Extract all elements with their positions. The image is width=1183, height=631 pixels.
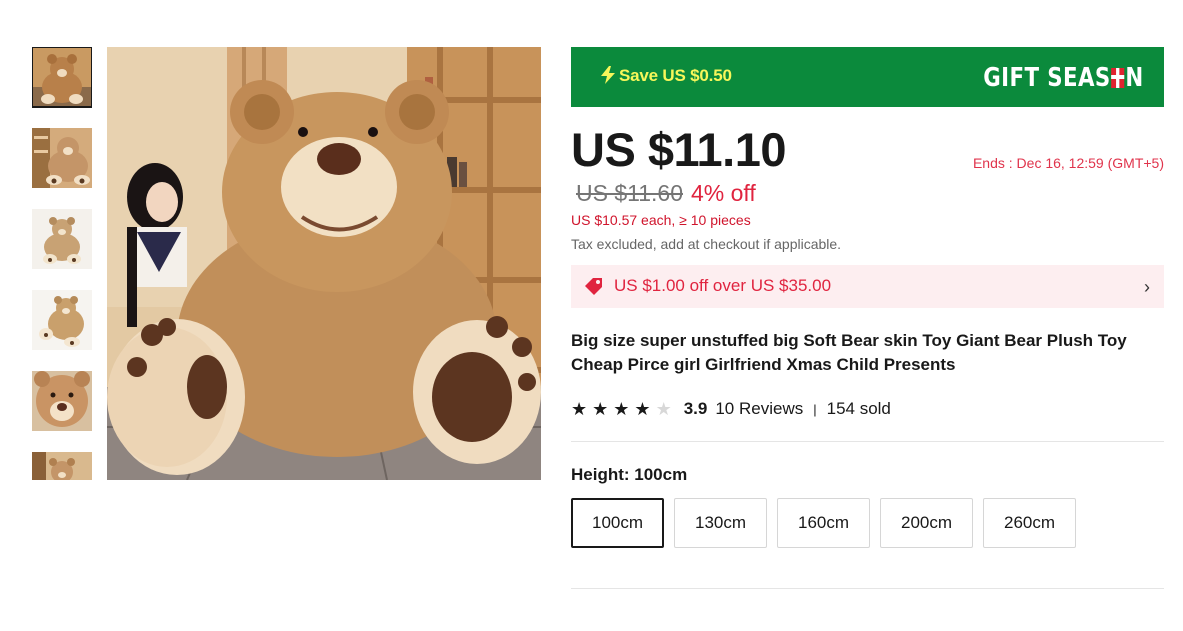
variant-label: Height: 100cm: [571, 465, 688, 484]
price-tag-icon: [583, 277, 603, 302]
height-option-200cm[interactable]: 200cm: [880, 498, 973, 548]
height-option-100cm[interactable]: 100cm: [571, 498, 664, 548]
gift-box-icon: [1111, 68, 1125, 88]
height-options: 100cm 130cm 160cm 200cm 260cm: [571, 498, 1076, 548]
thumbnail-1[interactable]: [32, 47, 92, 108]
teddy-bear-thumbnail-icon: [32, 209, 92, 269]
reviews-link[interactable]: 10 Reviews: [715, 399, 803, 419]
rating-score: 3.9: [683, 399, 708, 418]
product-title: Big size super unstuffed big Soft Bear s…: [571, 331, 1127, 374]
bulk-price: US $10.57 each, ≥ 10 pieces: [571, 212, 751, 228]
star-filled-icon: ★: [571, 399, 588, 419]
star-rating: ★ ★ ★ ★ ★: [571, 400, 672, 418]
gift-season-logo: GIFT SEAS N: [983, 63, 1144, 93]
old-price-row: US $11.60 4% off: [576, 180, 756, 207]
rating-row: ★ ★ ★ ★ ★ 3.9 10 Reviews | 154 sold: [571, 398, 891, 420]
thumbnail-6[interactable]: [32, 452, 92, 480]
star-filled-icon: ★: [634, 399, 651, 419]
height-option-130cm[interactable]: 130cm: [674, 498, 767, 548]
star-empty-icon: ★: [655, 399, 672, 419]
teddy-bear-thumbnail-icon: [32, 47, 92, 107]
lightning-icon: [601, 66, 615, 89]
teddy-bear-thumbnail-icon: [32, 452, 92, 480]
current-price: US $11.10: [571, 123, 787, 176]
thumbnail-3[interactable]: [32, 209, 92, 269]
chevron-right-icon: ›: [1144, 277, 1150, 297]
separator: |: [813, 401, 817, 417]
sale-end-time: Ends : Dec 16, 12:59 (GMT+5): [972, 155, 1164, 171]
divider: [571, 588, 1164, 589]
thumbnail-4[interactable]: [32, 290, 92, 350]
save-amount: Save US $0.50: [601, 66, 732, 89]
height-option-160cm[interactable]: 160cm: [777, 498, 870, 548]
teddy-bear-thumbnail-icon: [32, 290, 92, 350]
thumbnail-2[interactable]: [32, 128, 92, 188]
coupon-text: US $1.00 off over US $35.00: [614, 276, 832, 295]
original-price: US $11.60: [576, 180, 683, 206]
teddy-bear-thumbnail-icon: [32, 128, 92, 188]
thumbnail-strip: [32, 47, 92, 480]
star-filled-icon: ★: [613, 399, 630, 419]
sold-count: 154 sold: [826, 399, 891, 418]
promo-banner: Save US $0.50 GIFT SEAS N: [571, 47, 1164, 107]
divider: [571, 441, 1164, 442]
star-filled-icon: ★: [592, 399, 609, 419]
coupon-banner[interactable]: US $1.00 off over US $35.00 ›: [571, 265, 1164, 308]
main-product-image[interactable]: [107, 47, 541, 480]
giant-teddy-bear-photo-icon: [107, 47, 541, 480]
tax-note: Tax excluded, add at checkout if applica…: [571, 236, 842, 252]
height-option-260cm[interactable]: 260cm: [983, 498, 1076, 548]
thumbnail-5[interactable]: [32, 371, 92, 431]
teddy-bear-face-thumbnail-icon: [32, 371, 92, 431]
discount-percent: 4% off: [690, 180, 756, 206]
